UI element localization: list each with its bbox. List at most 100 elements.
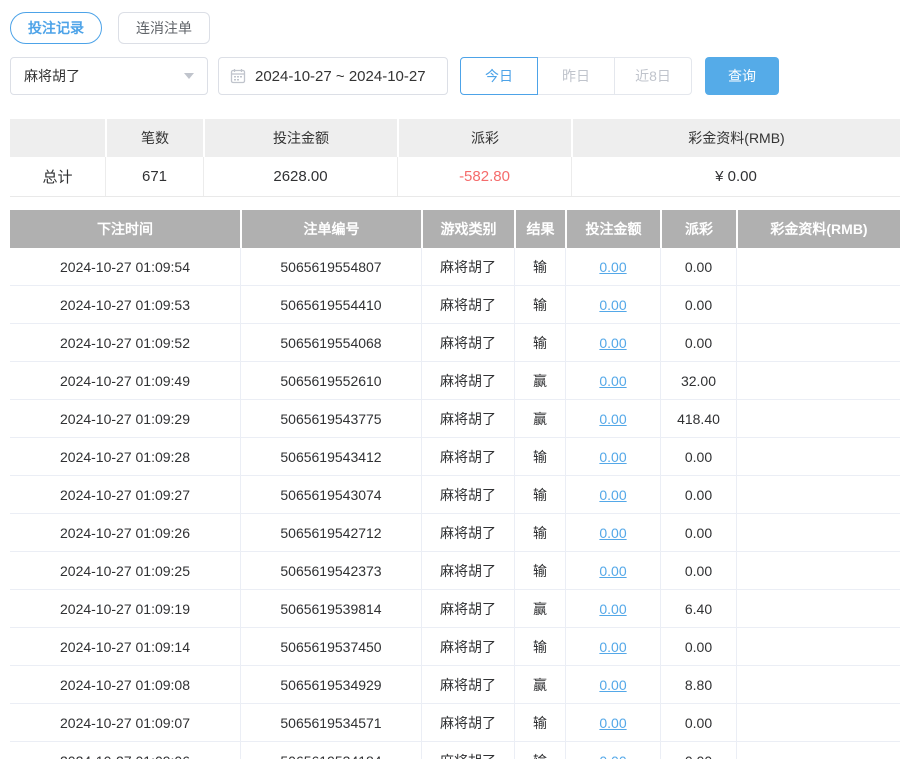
range-yesterday-button[interactable]: 昨日 [537,57,615,95]
summary-table: 笔数 投注金额 派彩 彩金资料(RMB) 总计 671 2628.00 -582… [10,119,900,197]
cell-payout: 418.40 [661,400,737,437]
table-row: 2024-10-27 01:09:49 5065619552610 麻将胡了 赢… [10,362,900,400]
records-table-body: 2024-10-27 01:09:54 5065619554807 麻将胡了 输… [10,248,900,759]
table-row: 2024-10-27 01:09:28 5065619543412 麻将胡了 输… [10,438,900,476]
cell-bonus [737,438,900,475]
cell-bet-amount: 0.00 [566,628,661,665]
cell-bet-id: 5065619554068 [241,324,422,361]
cell-game-type: 麻将胡了 [422,704,515,741]
cell-game-type: 麻将胡了 [422,514,515,551]
bet-amount-link[interactable]: 0.00 [599,639,626,655]
bet-amount-link[interactable]: 0.00 [599,259,626,275]
cell-payout: 0.00 [661,476,737,513]
table-row: 2024-10-27 01:09:07 5065619534571 麻将胡了 输… [10,704,900,742]
cell-result: 赢 [515,362,566,399]
cell-result: 输 [515,438,566,475]
cell-bet-id: 5065619534184 [241,742,422,759]
cell-bonus [737,324,900,361]
summary-header-payout: 派彩 [399,119,571,157]
header-bet-amount: 投注金额 [567,210,660,248]
cell-bet-amount: 0.00 [566,476,661,513]
cell-result: 输 [515,704,566,741]
table-row: 2024-10-27 01:09:26 5065619542712 麻将胡了 输… [10,514,900,552]
bet-amount-link[interactable]: 0.00 [599,715,626,731]
cell-bet-id: 5065619543412 [241,438,422,475]
table-row: 2024-10-27 01:09:27 5065619543074 麻将胡了 输… [10,476,900,514]
bet-amount-link[interactable]: 0.00 [599,335,626,351]
range-today-button[interactable]: 今日 [460,57,538,95]
summary-total-bonus: ¥ 0.00 [572,157,900,196]
cell-bonus [737,286,900,323]
cell-game-type: 麻将胡了 [422,628,515,665]
bet-amount-link[interactable]: 0.00 [599,411,626,427]
cell-game-type: 麻将胡了 [422,362,515,399]
tab-cancelled-bets[interactable]: 连消注单 [118,12,210,44]
record-type-tabs: 投注记录 连消注单 [10,12,900,44]
cell-bonus [737,704,900,741]
cell-bet-id: 5065619537450 [241,628,422,665]
cell-bet-time: 2024-10-27 01:09:54 [10,248,241,285]
game-select[interactable]: 麻将胡了 [10,57,208,95]
bet-amount-link[interactable]: 0.00 [599,449,626,465]
cell-bet-amount: 0.00 [566,514,661,551]
cell-result: 输 [515,324,566,361]
cell-bonus [737,362,900,399]
cell-payout: 0.00 [661,742,737,759]
summary-total-count: 671 [106,157,204,196]
cell-bet-time: 2024-10-27 01:09:14 [10,628,241,665]
cell-bet-time: 2024-10-27 01:09:27 [10,476,241,513]
summary-header-count: 笔数 [107,119,203,157]
cell-bet-amount: 0.00 [566,400,661,437]
bet-amount-link[interactable]: 0.00 [599,677,626,693]
table-row: 2024-10-27 01:09:54 5065619554807 麻将胡了 输… [10,248,900,286]
table-row: 2024-10-27 01:09:25 5065619542373 麻将胡了 输… [10,552,900,590]
quick-range-group: 今日 昨日 近8日 [460,57,692,95]
cell-result: 赢 [515,666,566,703]
query-button[interactable]: 查询 [705,57,779,95]
cell-bet-time: 2024-10-27 01:09:25 [10,552,241,589]
cell-bet-time: 2024-10-27 01:09:52 [10,324,241,361]
cell-game-type: 麻将胡了 [422,476,515,513]
cell-payout: 0.00 [661,438,737,475]
cell-game-type: 麻将胡了 [422,286,515,323]
summary-header-bet-amount: 投注金额 [205,119,397,157]
cell-bet-id: 5065619542373 [241,552,422,589]
cell-result: 输 [515,742,566,759]
bet-amount-link[interactable]: 0.00 [599,525,626,541]
cell-game-type: 麻将胡了 [422,248,515,285]
cell-bet-id: 5065619543074 [241,476,422,513]
cell-bet-amount: 0.00 [566,438,661,475]
tab-betting-records[interactable]: 投注记录 [10,12,102,44]
cell-payout: 0.00 [661,552,737,589]
header-bet-id: 注单编号 [242,210,421,248]
bet-amount-link[interactable]: 0.00 [599,487,626,503]
bet-amount-link[interactable]: 0.00 [599,563,626,579]
cell-bet-amount: 0.00 [566,362,661,399]
cell-bet-id: 5065619534571 [241,704,422,741]
cell-bet-amount: 0.00 [566,248,661,285]
bet-amount-link[interactable]: 0.00 [599,753,626,759]
bet-amount-link[interactable]: 0.00 [599,601,626,617]
bet-amount-link[interactable]: 0.00 [599,297,626,313]
bet-amount-link[interactable]: 0.00 [599,373,626,389]
cell-payout: 8.80 [661,666,737,703]
date-range-input[interactable]: 2024-10-27 ~ 2024-10-27 [218,57,448,95]
cell-bet-id: 5065619534929 [241,666,422,703]
cell-bet-amount: 0.00 [566,590,661,627]
cell-bet-time: 2024-10-27 01:09:08 [10,666,241,703]
cell-payout: 0.00 [661,514,737,551]
cell-game-type: 麻将胡了 [422,552,515,589]
cell-bet-time: 2024-10-27 01:09:07 [10,704,241,741]
summary-header-row: 笔数 投注金额 派彩 彩金资料(RMB) [10,119,900,157]
cell-bet-amount: 0.00 [566,324,661,361]
cell-payout: 0.00 [661,704,737,741]
records-table: 下注时间 注单编号 游戏类别 结果 投注金额 派彩 彩金资料(RMB) 2024… [10,210,900,759]
cell-game-type: 麻将胡了 [422,400,515,437]
cell-result: 输 [515,552,566,589]
summary-total-row: 总计 671 2628.00 -582.80 ¥ 0.00 [10,157,900,197]
table-row: 2024-10-27 01:09:53 5065619554410 麻将胡了 输… [10,286,900,324]
summary-total-payout: -582.80 [398,157,572,196]
date-range-value: 2024-10-27 ~ 2024-10-27 [255,68,426,85]
cell-result: 输 [515,248,566,285]
range-last8days-button[interactable]: 近8日 [614,57,692,95]
